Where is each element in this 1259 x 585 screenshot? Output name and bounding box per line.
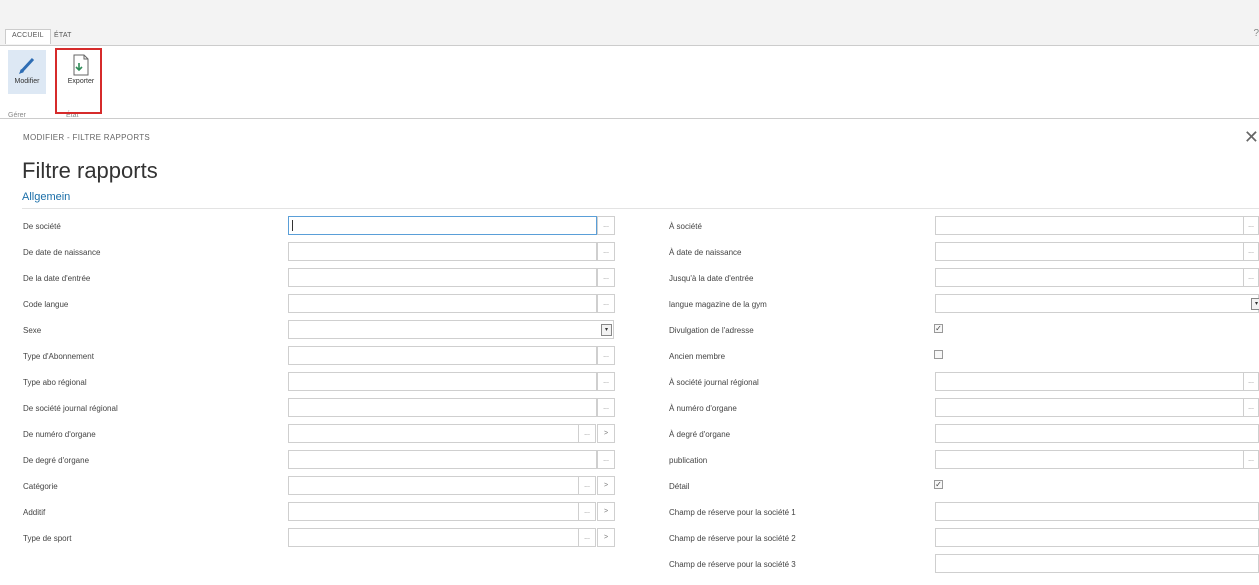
input-field[interactable] [935, 424, 1259, 443]
input-field[interactable] [935, 398, 1244, 417]
input-field[interactable] [288, 294, 597, 313]
field-label: À degré d'organe [669, 430, 731, 439]
title-bar [0, 0, 1259, 28]
input-field[interactable] [935, 450, 1244, 469]
field-label: Additif [23, 508, 46, 517]
next-button[interactable]: > [597, 528, 615, 547]
field-label: Type de sport [23, 534, 72, 543]
lookup-button[interactable]: ... [1243, 216, 1259, 235]
lookup-button[interactable]: ... [1243, 398, 1259, 417]
input-field[interactable] [935, 268, 1244, 287]
field-label: À date de naissance [669, 248, 742, 257]
tab-state[interactable]: ÉTAT [54, 32, 72, 39]
section-divider [22, 208, 1259, 209]
field-label: De numéro d'organe [23, 430, 96, 439]
ribbon: Modifier Exporter Gérer État [0, 46, 1259, 119]
breadcrumb: MODIFIER - FILTRE RAPPORTS [23, 133, 151, 142]
field-label: De degré d'organe [23, 456, 90, 465]
lookup-button[interactable]: ... [597, 216, 615, 235]
lookup-button[interactable]: ... [597, 346, 615, 365]
input-field[interactable] [288, 476, 579, 495]
field-label: Sexe [23, 326, 42, 335]
input-field[interactable] [935, 216, 1244, 235]
field-label: Type d'Abonnement [23, 352, 94, 361]
lookup-button[interactable]: ... [578, 502, 596, 521]
lookup-button[interactable]: ... [1243, 372, 1259, 391]
next-button[interactable]: > [597, 502, 615, 521]
ribbon-tabs: ACCUEIL ÉTAT [0, 28, 1259, 46]
input-field[interactable] [288, 372, 597, 391]
input-field[interactable] [288, 398, 597, 417]
field-label: Divulgation de l'adresse [669, 326, 754, 335]
text-caret [292, 220, 293, 231]
field-label: De la date d'entrée [23, 274, 91, 283]
modifier-label: Modifier [14, 78, 40, 85]
field-label: Champ de réserve pour la société 1 [669, 508, 796, 517]
lookup-button[interactable]: ... [597, 372, 615, 391]
field-label: À société journal régional [669, 378, 759, 387]
page-title: Filtre rapports [22, 158, 158, 183]
input-field[interactable] [935, 528, 1259, 547]
field-label: De date de naissance [23, 248, 101, 257]
input-field[interactable] [935, 554, 1259, 573]
input-field[interactable] [288, 346, 597, 365]
field-label: Catégorie [23, 482, 58, 491]
field-label: À numéro d'organe [669, 404, 737, 413]
lookup-button[interactable]: ... [597, 294, 615, 313]
next-button[interactable]: > [597, 476, 615, 495]
input-field[interactable] [288, 424, 579, 443]
select-field[interactable]: ▾ [288, 320, 614, 339]
input-field[interactable] [288, 216, 597, 235]
lookup-button[interactable]: ... [597, 268, 615, 287]
pencil-icon [19, 57, 35, 74]
lookup-button[interactable]: ... [578, 528, 596, 547]
field-label: langue magazine de la gym [669, 300, 767, 309]
input-field[interactable] [935, 372, 1244, 391]
select-field[interactable]: ▾ [935, 294, 1259, 313]
field-label: Détail [669, 482, 690, 491]
field-label: Champ de réserve pour la société 2 [669, 534, 796, 543]
input-field[interactable] [288, 528, 579, 547]
help-icon[interactable]: ? [1253, 28, 1259, 39]
input-field[interactable] [288, 450, 597, 469]
lookup-button[interactable]: ... [1243, 242, 1259, 261]
field-label: De société [23, 222, 61, 231]
field-label: Champ de réserve pour la société 3 [669, 560, 796, 569]
tab-home[interactable]: ACCUEIL [5, 29, 51, 44]
lookup-button[interactable]: ... [597, 450, 615, 469]
input-field[interactable] [935, 242, 1244, 261]
group-label-manage: Gérer [8, 112, 26, 119]
lookup-button[interactable]: ... [578, 476, 596, 495]
checkbox[interactable]: ✓ [934, 480, 943, 489]
input-field[interactable] [288, 502, 579, 521]
next-button[interactable]: > [597, 424, 615, 443]
input-field[interactable] [288, 268, 597, 287]
lookup-button[interactable]: ... [1243, 268, 1259, 287]
field-label: De société journal régional [23, 404, 118, 413]
lookup-button[interactable]: ... [1243, 450, 1259, 469]
modifier-button[interactable]: Modifier [8, 50, 46, 94]
input-field[interactable] [935, 502, 1259, 521]
field-label: publication [669, 456, 708, 465]
checkbox[interactable] [934, 350, 943, 359]
section-header-allgemein[interactable]: Allgemein [22, 191, 70, 203]
field-label: Ancien membre [669, 352, 726, 361]
lookup-button[interactable]: ... [578, 424, 596, 443]
field-label: Code langue [23, 300, 69, 309]
checkbox[interactable]: ✓ [934, 324, 943, 333]
close-icon[interactable]: ✕ [1244, 128, 1259, 146]
field-label: Type abo régional [23, 378, 87, 387]
lookup-button[interactable]: ... [597, 242, 615, 261]
dropdown-arrow-icon[interactable]: ▾ [1251, 298, 1259, 310]
input-field[interactable] [288, 242, 597, 261]
field-label: À société [669, 222, 702, 231]
dropdown-arrow-icon[interactable]: ▾ [601, 324, 612, 336]
field-label: Jusqu'à la date d'entrée [669, 274, 754, 283]
export-highlight [55, 48, 102, 114]
lookup-button[interactable]: ... [597, 398, 615, 417]
